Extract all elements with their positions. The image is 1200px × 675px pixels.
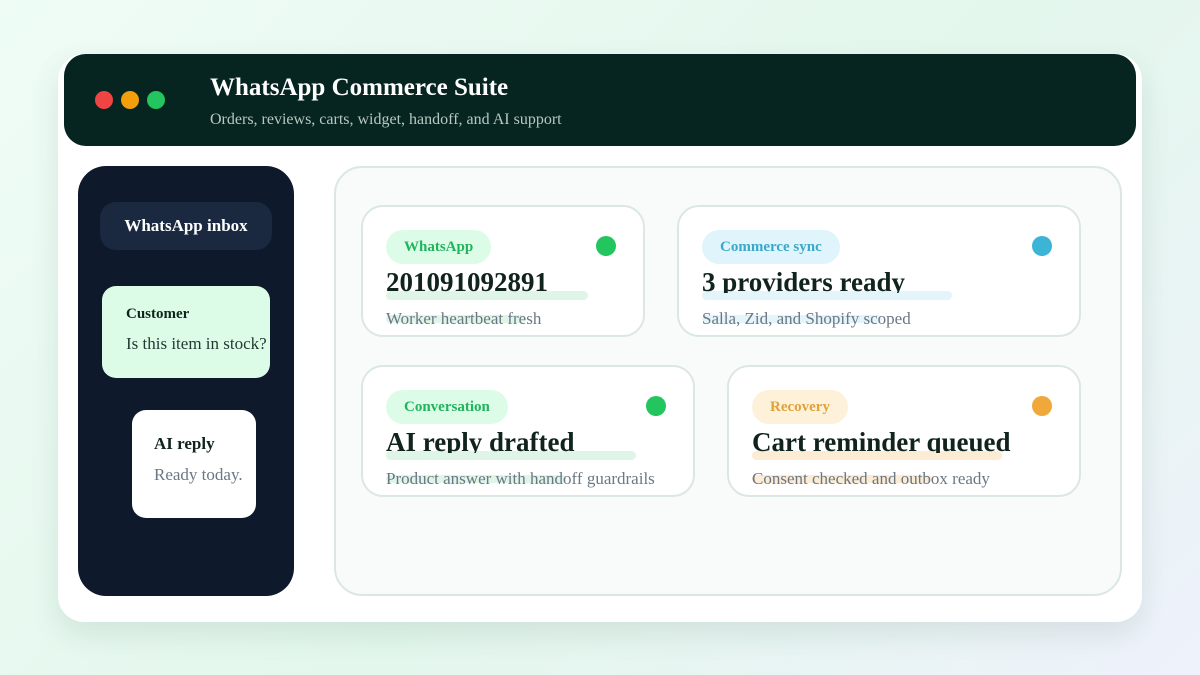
- ai-reply-bubble: AI reply Ready today.: [132, 410, 256, 518]
- card-description: Consent checked and outbox ready: [752, 469, 990, 488]
- card-description: Salla, Zid, and Shopify scoped: [702, 309, 911, 328]
- inbox-button[interactable]: WhatsApp inbox: [100, 202, 272, 250]
- card-badge: Conversation: [386, 390, 508, 424]
- status-dot-icon: [646, 396, 666, 416]
- status-card-conversation[interactable]: Conversation AI reply drafted Product an…: [361, 365, 695, 497]
- status-dot-icon: [1032, 396, 1052, 416]
- card-description: Product answer with handoff guardrails: [386, 469, 655, 488]
- card-description: Worker heartbeat fresh: [386, 309, 542, 328]
- card-headline: 3 providers ready: [702, 267, 906, 293]
- status-panel: WhatsApp 201091092891 Worker heartbeat f…: [334, 166, 1122, 596]
- status-card-recovery[interactable]: Recovery Cart reminder queued Consent ch…: [727, 365, 1081, 497]
- app-subtitle: Orders, reviews, carts, widget, handoff,…: [210, 111, 562, 128]
- title-bar: WhatsApp Commerce Suite Orders, reviews,…: [64, 54, 1136, 146]
- card-badge: Recovery: [752, 390, 848, 424]
- app-title: WhatsApp Commerce Suite: [210, 74, 509, 101]
- status-card-whatsapp[interactable]: WhatsApp 201091092891 Worker heartbeat f…: [361, 205, 645, 337]
- close-button[interactable]: [95, 91, 113, 109]
- customer-sender-label: Customer: [126, 306, 190, 322]
- ai-sender-label: AI reply: [154, 434, 215, 453]
- card-badge: WhatsApp: [386, 230, 492, 264]
- maximize-button[interactable]: [147, 91, 165, 109]
- minimize-button[interactable]: [121, 91, 139, 109]
- ai-message-text: Ready today.: [154, 465, 243, 484]
- customer-message-text: Is this item in stock?: [126, 334, 267, 353]
- card-headline: 201091092891: [386, 267, 548, 293]
- card-headline: Cart reminder queued: [752, 427, 1011, 453]
- status-dot-icon: [1032, 236, 1052, 256]
- status-dot-icon: [596, 236, 616, 256]
- customer-message-bubble: Customer Is this item in stock?: [102, 286, 270, 378]
- card-badge: Commerce sync: [702, 230, 840, 264]
- status-card-commerce-sync[interactable]: Commerce sync 3 providers ready Salla, Z…: [677, 205, 1081, 337]
- card-headline: AI reply drafted: [386, 427, 575, 453]
- chat-sidebar: WhatsApp inbox Customer Is this item in …: [78, 166, 294, 596]
